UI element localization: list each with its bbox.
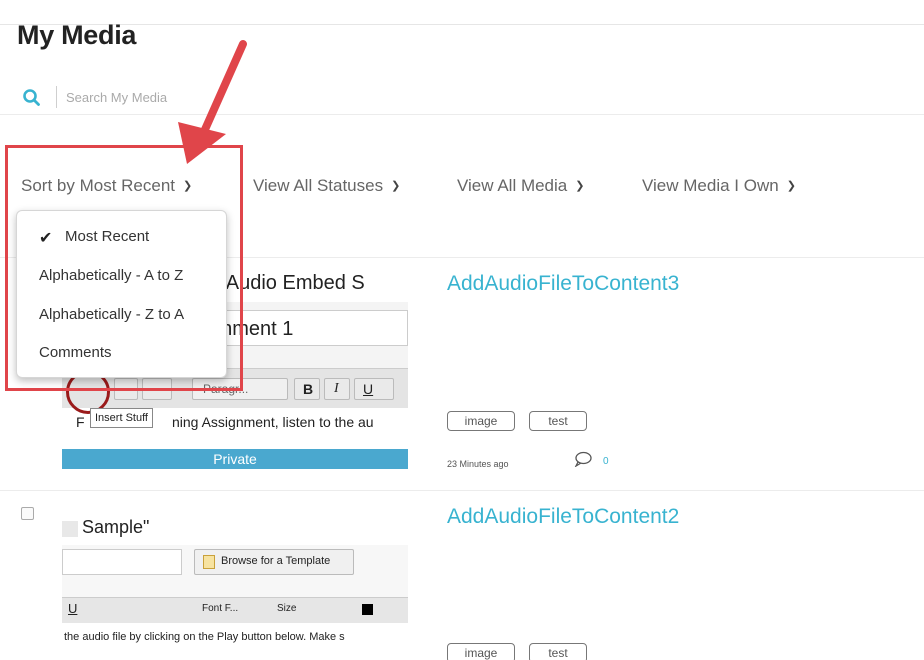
search-separator bbox=[56, 86, 57, 108]
media-thumbnail[interactable]: Sample" Browse for a Template U Font F..… bbox=[62, 507, 408, 660]
status-badge: Private bbox=[62, 449, 408, 469]
media-title-link[interactable]: AddAudioFileToContent2 bbox=[447, 505, 679, 529]
bold-icon: B bbox=[294, 378, 320, 400]
underline-icon: U bbox=[354, 378, 394, 400]
chevron-down-icon: ❯ bbox=[786, 180, 796, 192]
sort-option-z-a[interactable]: Alphabetically - Z to A bbox=[39, 306, 184, 323]
thumbnail-text: the audio file by clicking on the Play b… bbox=[64, 631, 345, 643]
search-bar bbox=[22, 86, 922, 110]
statuses-dropdown-label: View All Statuses bbox=[253, 176, 384, 195]
italic-icon: I bbox=[324, 378, 350, 400]
template-icon bbox=[203, 555, 215, 569]
color-swatch bbox=[362, 604, 373, 615]
search-input[interactable] bbox=[66, 87, 466, 107]
tag-image[interactable]: image bbox=[447, 643, 515, 660]
sort-menu: ✔ Most Recent Alphabetically - A to Z Al… bbox=[16, 210, 227, 378]
sort-option-label: Most Recent bbox=[65, 228, 150, 245]
sort-option-a-z[interactable]: Alphabetically - A to Z bbox=[39, 267, 183, 284]
chevron-down-icon: ❯ bbox=[391, 180, 401, 192]
media-timestamp: 23 Minutes ago bbox=[447, 459, 509, 469]
sort-option-label: Alphabetically - A to Z bbox=[39, 267, 184, 284]
statuses-dropdown[interactable]: View All Statuses ❯ bbox=[253, 176, 400, 196]
insert-stuff-tooltip: Insert Stuff bbox=[90, 408, 153, 428]
underline-icon: U bbox=[68, 601, 78, 616]
row-divider bbox=[0, 490, 924, 491]
sort-option-most-recent[interactable]: ✔ Most Recent bbox=[39, 228, 150, 247]
owner-dropdown[interactable]: View Media I Own ❯ bbox=[642, 176, 796, 196]
thumbnail-text: ning Assignment, listen to the au bbox=[172, 414, 374, 430]
sort-option-comments[interactable]: Comments bbox=[39, 344, 112, 361]
media-type-dropdown[interactable]: View All Media ❯ bbox=[457, 176, 584, 196]
check-icon: ✔ bbox=[39, 230, 53, 247]
font-select: Font F... bbox=[202, 603, 239, 614]
top-divider bbox=[0, 24, 924, 25]
owner-dropdown-label: View Media I Own bbox=[642, 176, 779, 195]
comment-count[interactable]: 0 bbox=[603, 456, 609, 467]
search-icon[interactable] bbox=[22, 88, 42, 108]
sort-option-label: Comments bbox=[39, 344, 112, 361]
size-select: Size bbox=[277, 603, 297, 614]
chevron-down-icon: ❯ bbox=[575, 180, 585, 192]
thumbnail-text: Sample" bbox=[82, 517, 150, 537]
media-type-dropdown-label: View All Media bbox=[457, 176, 568, 195]
tag-image[interactable]: image bbox=[447, 411, 515, 431]
sort-option-label: Alphabetically - Z to A bbox=[39, 306, 185, 323]
tag-test[interactable]: test bbox=[529, 643, 587, 660]
media-title-link[interactable]: AddAudioFileToContent3 bbox=[447, 272, 679, 296]
comment-icon[interactable] bbox=[574, 451, 592, 467]
thumbnail-text: F bbox=[76, 414, 85, 430]
search-divider bbox=[0, 114, 924, 115]
page-title: My Media bbox=[17, 20, 137, 50]
tag-test[interactable]: test bbox=[529, 411, 587, 431]
select-media-checkbox[interactable] bbox=[21, 507, 34, 520]
browse-template-button: Browse for a Template bbox=[221, 555, 331, 567]
